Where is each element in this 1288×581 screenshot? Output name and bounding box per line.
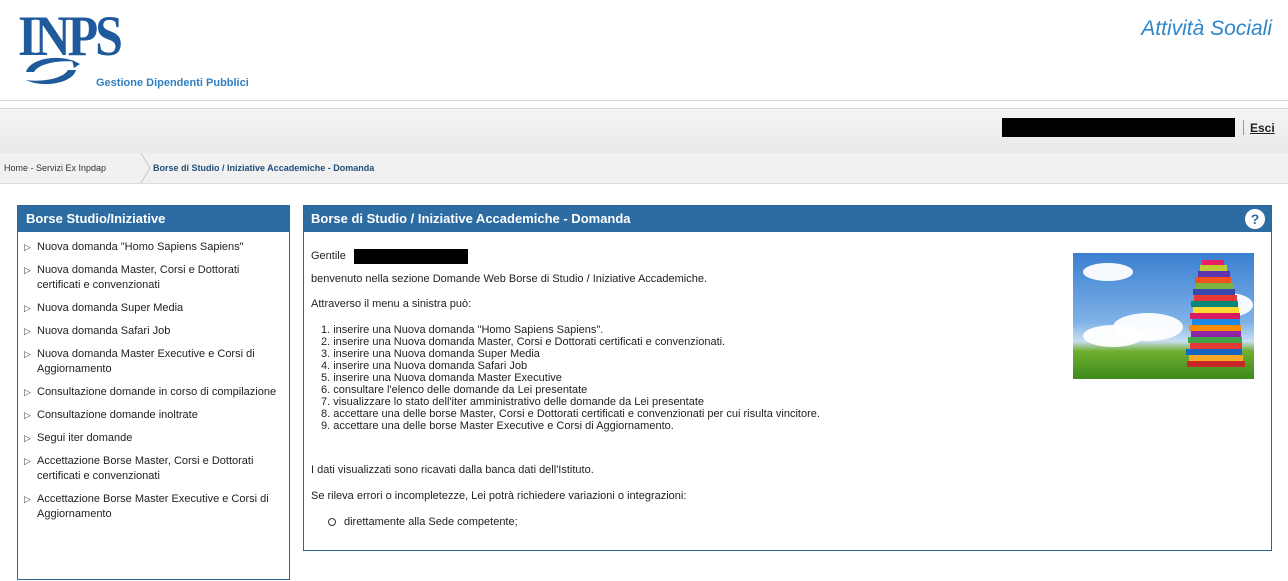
logo-text: INPS [18, 3, 123, 68]
inps-logo: INPS [18, 7, 123, 90]
breadcrumb: Home - Servizi Ex Inpdap Borse di Studio… [0, 153, 1288, 184]
breadcrumb-home-link[interactable]: Home - Servizi Ex Inpdap [4, 163, 106, 173]
data-note: I dati visualizzati sono ricavati dalla … [311, 464, 594, 476]
triangle-right-icon: ▷ [24, 349, 31, 359]
sidebar-item-homo-sapiens[interactable]: ▷ Nuova domanda "Homo Sapiens Sapiens" [24, 240, 283, 255]
list-item: 6. consultare l'elenco delle domande da … [321, 384, 588, 396]
sidebar-title: Borse Studio/Iniziative [18, 206, 289, 232]
list-item: 7. visualizzare lo stato dell'iter ammin… [321, 396, 705, 408]
page-header: INPS Gestione Dipendenti Pubblici Attivi… [0, 0, 1288, 101]
main-panel: Borse di Studio / Iniziative Accademiche… [303, 205, 1272, 551]
logo-swirl-icon [26, 57, 80, 85]
sidebar-item-consultazione-inoltrate[interactable]: ▷ Consultazione domande inoltrate [24, 408, 283, 423]
circle-bullet-icon [328, 518, 336, 527]
breadcrumb-current: Borse di Studio / Iniziative Accademiche… [153, 163, 375, 173]
list-item: 4. inserire una Nuova domanda Safari Job [321, 360, 528, 372]
books-stack-image [1073, 253, 1254, 379]
list-item: 8. accettare una delle borse Master, Cor… [321, 408, 820, 420]
list-item: 9. accettare una delle borse Master Exec… [321, 420, 674, 432]
main-panel-header: Borse di Studio / Iniziative Accademiche… [304, 206, 1271, 232]
contact-list-item: direttamente alla Sede competente; [328, 516, 518, 528]
divider [1243, 120, 1244, 135]
triangle-right-icon: ▷ [24, 456, 31, 466]
user-name-redacted [1002, 118, 1235, 137]
logout-link[interactable]: Esci [1250, 121, 1275, 135]
triangle-right-icon: ▷ [24, 433, 31, 443]
header-subtitle: Gestione Dipendenti Pubblici [96, 77, 249, 89]
sidebar-item-accettazione-executive[interactable]: ▷ Accettazione Borse Master Executive e C… [24, 492, 283, 522]
sidebar-item-super-media[interactable]: ▷ Nuova domanda Super Media [24, 301, 283, 316]
list-item: 5. inserire una Nuova domanda Master Exe… [321, 372, 562, 384]
triangle-right-icon: ▷ [24, 387, 31, 397]
instructions-list: 1. inserire una Nuova domanda "Homo Sapi… [321, 324, 820, 432]
sidebar-item-master-executive[interactable]: ▷ Nuova domanda Master Executive e Corsi … [24, 347, 283, 377]
breadcrumb-separator-icon [140, 153, 151, 183]
sidebar-item-consultazione-in-corso[interactable]: ▷ Consultazione domande in corso di compi… [24, 385, 283, 400]
triangle-right-icon: ▷ [24, 242, 31, 252]
triangle-right-icon: ▷ [24, 494, 31, 504]
welcome-text: benvenuto nella sezione Domande Web Bors… [311, 273, 708, 285]
list-item: 3. inserire una Nuova domanda Super Medi… [321, 348, 540, 360]
user-bar: Esci [0, 108, 1288, 154]
app-title: Attività Sociali [1141, 17, 1272, 40]
triangle-right-icon: ▷ [24, 265, 31, 275]
sidebar-item-safari-job[interactable]: ▷ Nuova domanda Safari Job [24, 324, 283, 339]
errors-note: Se rileva errori o incompletezze, Lei po… [311, 490, 687, 502]
sidebar-menu: Borse Studio/Iniziative ▷ Nuova domanda "… [17, 205, 290, 580]
user-name-redacted [354, 249, 468, 264]
list-item: 1. inserire una Nuova domanda "Homo Sapi… [321, 324, 604, 336]
main-panel-title: Borse di Studio / Iniziative Accademiche… [311, 211, 631, 226]
triangle-right-icon: ▷ [24, 410, 31, 420]
sidebar-item-master-corsi-dottorati[interactable]: ▷ Nuova domanda Master, Corsi e Dottorati… [24, 263, 283, 293]
triangle-right-icon: ▷ [24, 303, 31, 313]
sidebar-item-accettazione-master[interactable]: ▷ Accettazione Borse Master, Corsi e Dott… [24, 454, 283, 484]
list-item: 2. inserire una Nuova domanda Master, Co… [321, 336, 726, 348]
help-icon[interactable]: ? [1245, 209, 1265, 229]
triangle-right-icon: ▷ [24, 326, 31, 336]
sidebar-item-segui-iter[interactable]: ▷ Segui iter domande [24, 431, 283, 446]
greeting: Gentile [311, 250, 346, 262]
intro-text: Attraverso il menu a sinistra può: [311, 298, 472, 310]
